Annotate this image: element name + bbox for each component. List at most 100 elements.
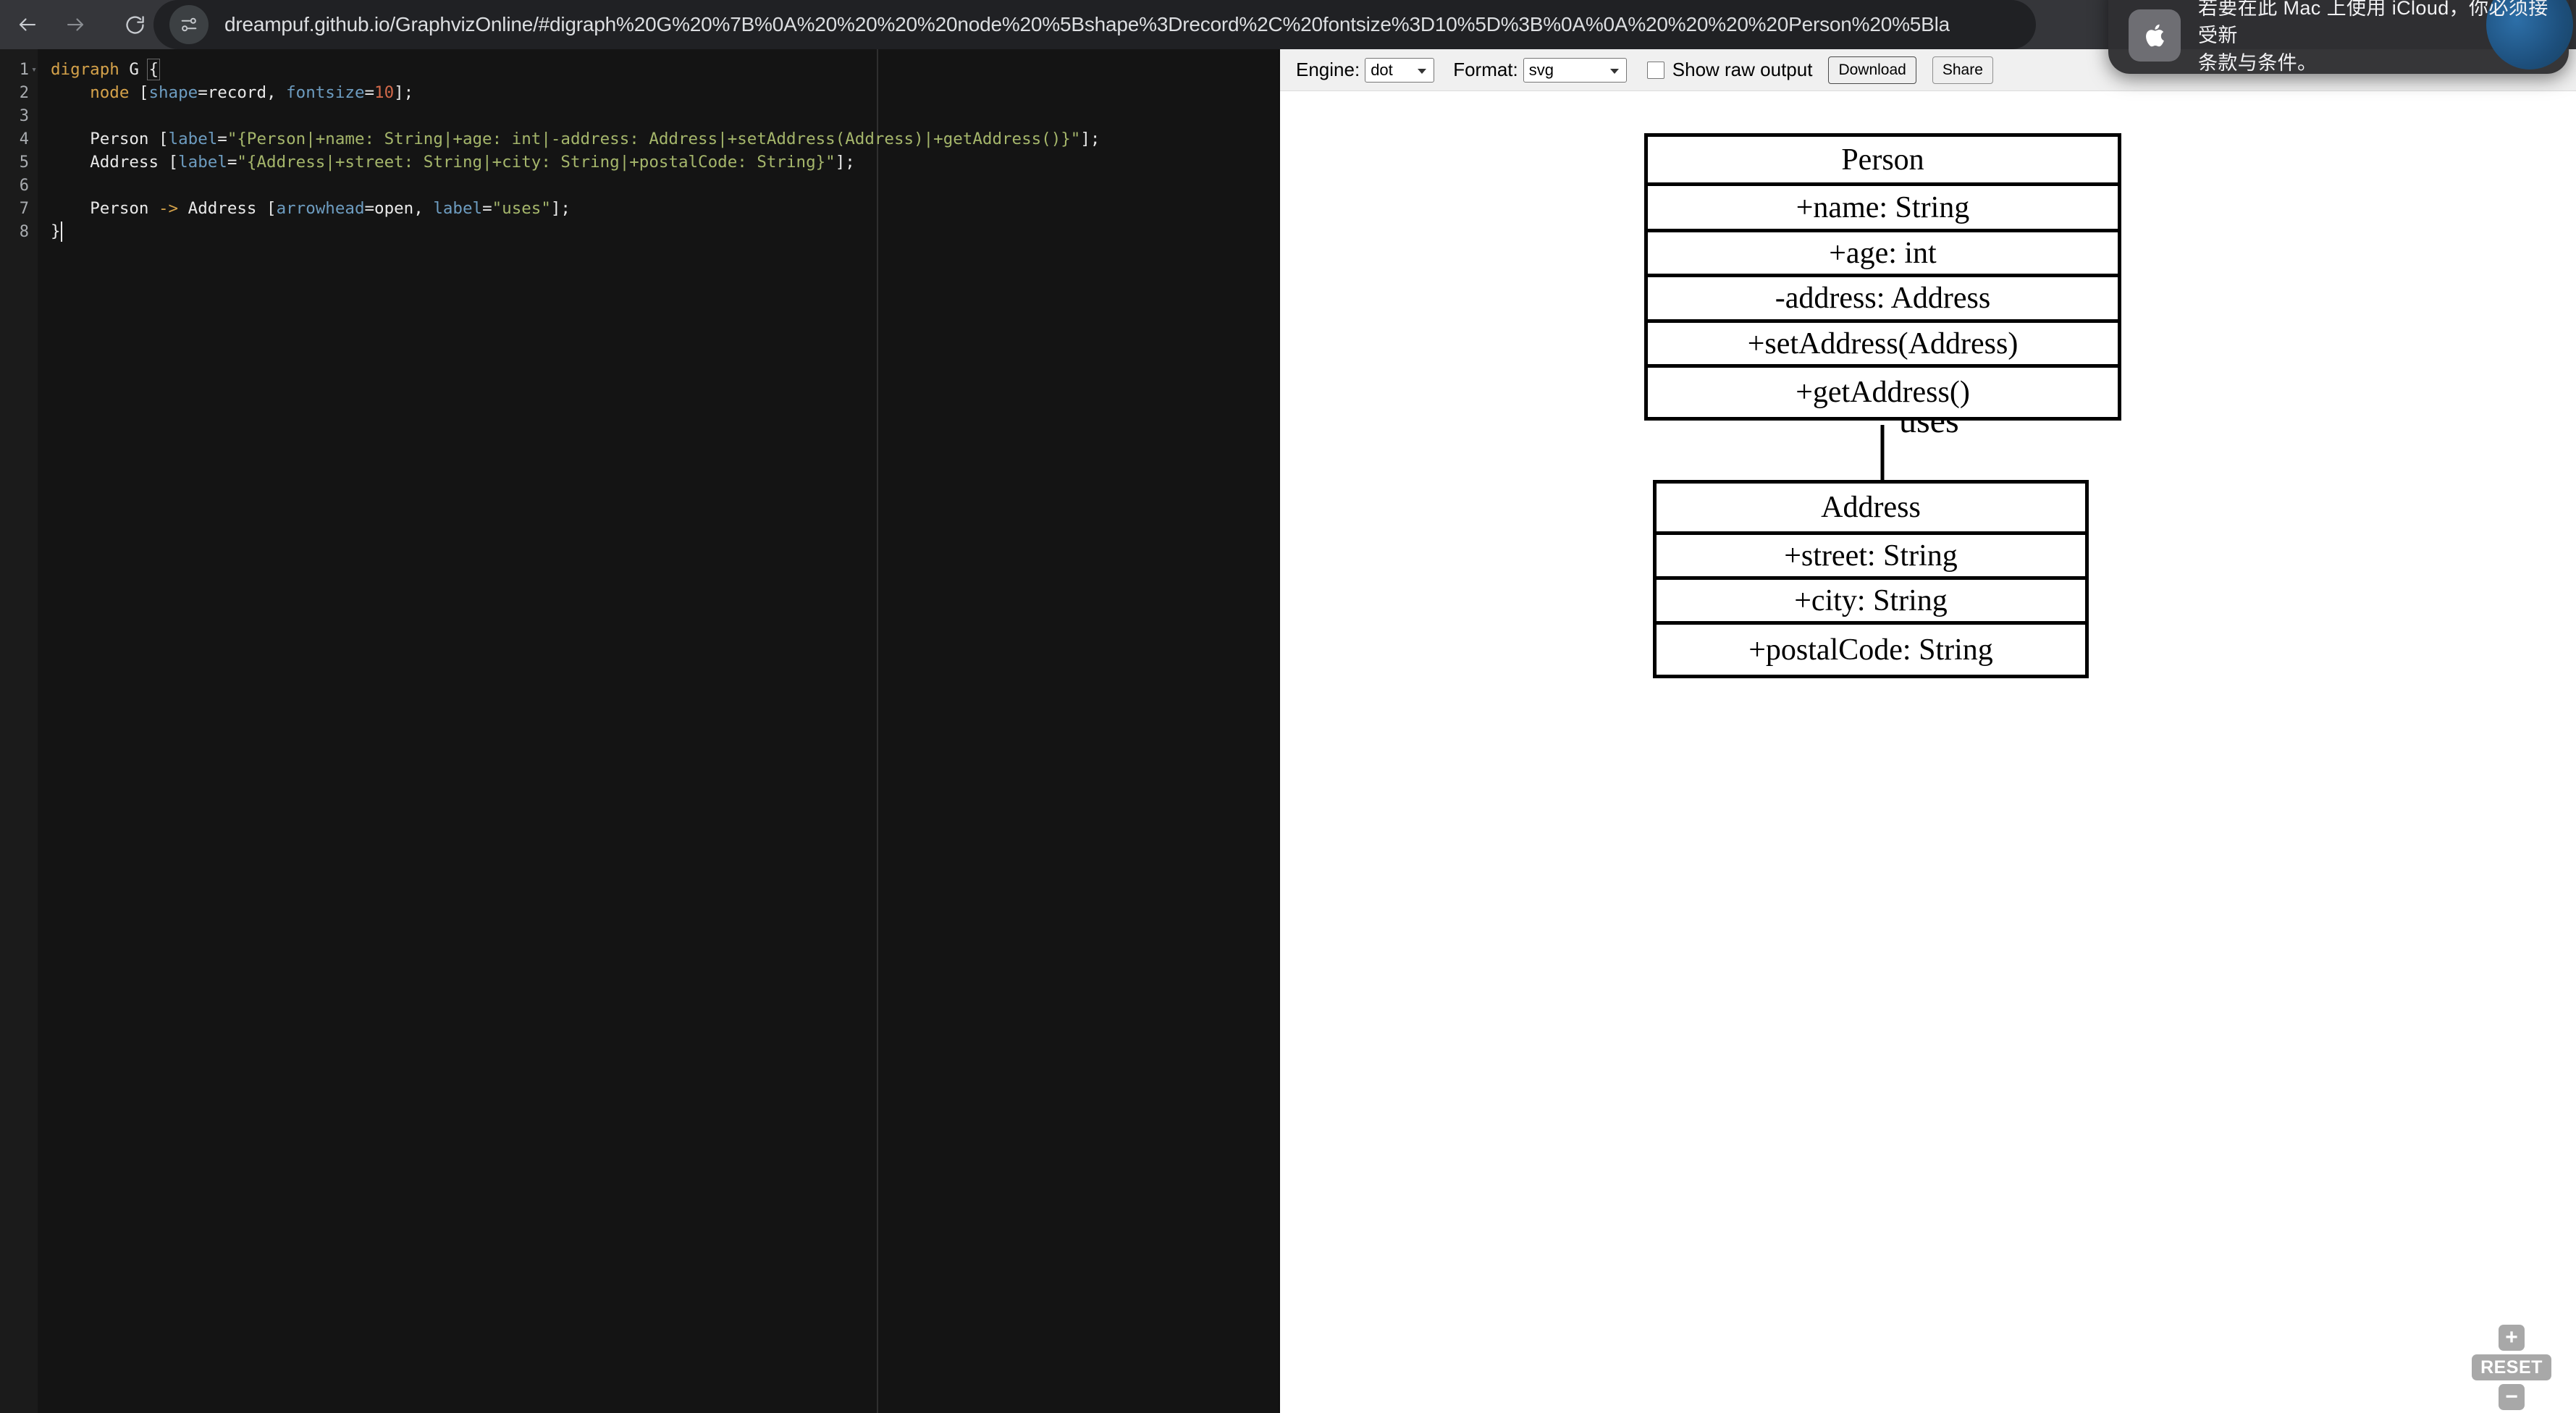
uml-row-title: Person (1648, 137, 2118, 186)
zoom-out-button[interactable]: − (2499, 1384, 2525, 1410)
macos-notification[interactable]: 若要在此 Mac 上使用 iCloud，你必须接受新 条款与条件。 (2108, 0, 2573, 77)
format-select[interactable]: svg (1523, 57, 1627, 83)
code-line[interactable]: 5 Address [label="{Address|+street: Stri… (0, 151, 1278, 174)
token-edge-operator: -> (148, 199, 188, 218)
engine-label: Engine: (1296, 59, 1360, 80)
line-number: 6 (19, 176, 29, 195)
token-equals: = (227, 153, 237, 172)
reload-button[interactable] (114, 4, 155, 45)
token-bracket: [ (129, 83, 149, 102)
token-comma: , (266, 83, 287, 102)
token-attribute: arrowhead (276, 199, 365, 218)
code-line[interactable]: 6 (0, 174, 1278, 197)
code-line[interactable]: 3 (0, 104, 1278, 127)
notification-line-1: 若要在此 Mac 上使用 iCloud，你必须接受新 (2198, 0, 2548, 46)
line-number: 2 (19, 83, 29, 102)
format-label: Format: (1453, 59, 1518, 80)
token-statement-end: ]; (394, 83, 414, 102)
code-editor[interactable]: 1 ▾ digraph G { 2 node [shape=record, fo… (0, 49, 1278, 1413)
token-statement-end: ]; (1080, 130, 1100, 148)
line-number: 5 (19, 153, 29, 172)
token-node-id: Address (188, 199, 257, 218)
uml-node-address[interactable]: Address +street: String +city: String +p… (1653, 480, 2089, 678)
token-attribute: label (433, 199, 483, 218)
line-number: 4 (19, 130, 29, 148)
text-cursor (60, 222, 62, 242)
zoom-reset-button[interactable]: RESET (2472, 1354, 2551, 1380)
arrow-right-icon (64, 14, 86, 35)
show-raw-output-label: Show raw output (1672, 59, 1813, 80)
code-line[interactable]: 8 } (0, 220, 1278, 243)
url-text: dreampuf.github.io/GraphvizOnline/#digra… (224, 13, 1950, 35)
panel-divider[interactable] (1278, 49, 1280, 1413)
graph-canvas[interactable]: uses Person +name: String +age: int -add… (1280, 92, 2576, 1413)
editor-gutter (0, 49, 38, 1413)
editor-ruler-line (877, 49, 878, 1413)
token-attribute: shape (148, 83, 198, 102)
token-keyword: digraph (51, 60, 119, 79)
token-value: record (207, 83, 267, 102)
graph-output-pane: Engine: dot Format: svg Show raw output … (1280, 49, 2576, 1413)
editor-code-background (38, 49, 1278, 1413)
notification-line-2: 条款与条件。 (2198, 52, 2318, 75)
engine-select[interactable]: dot (1365, 57, 1435, 83)
token-bracket: [ (256, 199, 277, 218)
token-number: 10 (374, 83, 395, 102)
zoom-controls: + RESET − (2472, 1325, 2551, 1410)
code-line[interactable]: 7 Person -> Address [arrowhead=open, lab… (0, 197, 1278, 220)
token-equals: = (364, 83, 375, 102)
token-close-brace: } (51, 222, 61, 241)
code-line[interactable]: 2 node [shape=record, fontsize=10]; (0, 81, 1278, 104)
engine-select-wrap[interactable]: dot (1360, 57, 1435, 83)
uml-node-person[interactable]: Person +name: String +age: int -address:… (1644, 133, 2121, 421)
line-number: 1 (19, 60, 29, 79)
site-settings-icon[interactable] (169, 5, 209, 44)
address-bar[interactable]: dreampuf.github.io/GraphvizOnline/#digra… (153, 0, 2036, 49)
token-statement-end: ]; (835, 153, 855, 172)
share-button[interactable]: Share (1932, 56, 1993, 84)
token-bracket: [ (159, 153, 179, 172)
code-line-text: digraph G { (51, 59, 160, 80)
forward-button[interactable] (55, 4, 96, 45)
apple-logo-icon (2129, 9, 2181, 62)
code-line-text: node [shape=record, fontsize=10]; (51, 83, 413, 102)
token-string: "{Address|+street: String|+city: String|… (237, 153, 835, 172)
token-equals: = (364, 199, 375, 218)
uml-row-field: +name: String (1648, 186, 2118, 232)
format-select-wrap[interactable]: svg (1518, 57, 1627, 83)
fold-toggle-icon[interactable]: ▾ (30, 64, 38, 75)
zoom-in-button[interactable]: + (2499, 1325, 2525, 1351)
show-raw-output-checkbox[interactable] (1646, 61, 1664, 79)
token-string: "{Person|+name: String|+age: int|-addres… (227, 130, 1081, 148)
uml-row-field: +city: String (1657, 580, 2085, 625)
token-bracket: [ (148, 130, 169, 148)
line-number: 8 (19, 222, 29, 241)
uml-row-field: -address: Address (1648, 277, 2118, 323)
token-value: open (374, 199, 414, 218)
token-attribute: label (168, 130, 218, 148)
uml-row-title: Address (1657, 484, 2085, 535)
back-button[interactable] (7, 4, 48, 45)
uml-row-field: +street: String (1657, 535, 2085, 580)
token-attribute: fontsize (286, 83, 365, 102)
token-equals: = (217, 130, 227, 148)
token-attribute: label (178, 153, 227, 172)
code-line[interactable]: 4 Person [label="{Person|+name: String|+… (0, 127, 1278, 151)
token-node-id: Person (90, 199, 149, 218)
reload-icon (124, 14, 146, 36)
token-node-id: Address (90, 153, 159, 172)
token-open-brace: { (147, 59, 160, 80)
token-string: "uses" (492, 199, 551, 218)
code-line-text: Address [label="{Address|+street: String… (51, 153, 855, 172)
token-statement-end: ]; (550, 199, 571, 218)
code-line[interactable]: 1 ▾ digraph G { (0, 58, 1278, 81)
notification-text: 若要在此 Mac 上使用 iCloud，你必须接受新 条款与条件。 (2198, 0, 2548, 77)
token-keyword: node (90, 83, 130, 102)
uml-row-field: +age: int (1648, 232, 2118, 277)
download-button[interactable]: Download (1828, 56, 1916, 84)
code-line-text: } (51, 222, 62, 242)
line-number: 3 (19, 106, 29, 125)
